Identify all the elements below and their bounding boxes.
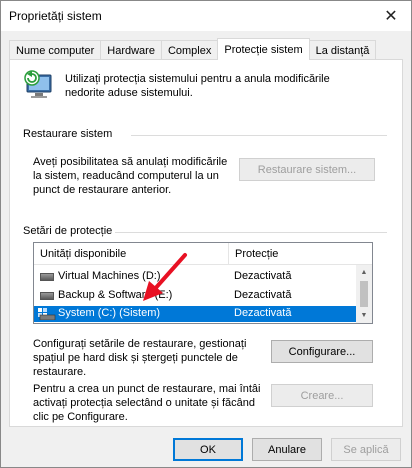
column-header-drives[interactable]: Unități disponibile <box>34 243 228 265</box>
configure-description: Configurați setările de restaurare, gest… <box>33 338 247 378</box>
tab-label: Complex <box>167 44 212 57</box>
system-properties-window: Proprietăți sistem ✕ Nume computer Hardw… <box>0 0 412 468</box>
tab-system-protection[interactable]: Protecție sistem <box>217 38 310 60</box>
list-item[interactable]: Virtual Machines (D:) Dezactivată <box>34 269 356 285</box>
tab-label: Nume computer <box>16 44 95 57</box>
tab-label: La distanță <box>315 44 370 57</box>
annotation-arrow-icon <box>143 253 187 301</box>
cancel-button[interactable]: Anulare <box>252 438 322 461</box>
drive-name: System (C:) (Sistem) <box>58 307 161 319</box>
protection-group-label: Setări de protecție <box>23 225 113 237</box>
scroll-up-icon[interactable]: ▲ <box>356 265 372 280</box>
tab-label: Hardware <box>107 44 155 57</box>
restore-group-label: Restaurare sistem <box>23 128 113 140</box>
column-header-protection[interactable]: Protecție <box>228 243 372 265</box>
title-bar[interactable]: Proprietăți sistem ✕ <box>1 1 411 31</box>
restore-description: Aveți posibilitatea să anulați modificăr… <box>33 156 228 196</box>
restore-system-button[interactable]: Restaurare sistem... <box>239 158 375 181</box>
scroll-thumb[interactable] <box>360 281 368 307</box>
list-item[interactable]: Backup & Software (E:) Dezactivată <box>34 288 356 304</box>
tab-strip: Nume computer Hardware Complex Protecție… <box>9 38 377 60</box>
apply-button[interactable]: Se aplică <box>331 438 401 461</box>
vertical-scrollbar[interactable]: ▲ ▼ <box>356 265 372 323</box>
close-icon: ✕ <box>384 8 398 25</box>
group-divider <box>115 232 387 233</box>
info-text: Utilizați protecția sistemului pentru a … <box>65 73 330 99</box>
close-button[interactable]: ✕ <box>377 5 405 27</box>
create-button[interactable]: Creare... <box>271 384 373 407</box>
tab-remote[interactable]: La distanță <box>308 40 377 60</box>
window-title: Proprietăți sistem <box>9 9 102 23</box>
tab-label: Protecție sistem <box>224 43 303 56</box>
tab-hardware[interactable]: Hardware <box>100 40 162 60</box>
scroll-down-icon[interactable]: ▼ <box>356 308 372 323</box>
tab-advanced[interactable]: Complex <box>160 40 219 60</box>
drive-protection: Dezactivată <box>234 289 292 301</box>
list-item-selected[interactable]: System (C:) (Sistem) Dezactivată <box>34 306 356 322</box>
ok-button[interactable]: OK <box>173 438 243 461</box>
create-description: Pentru a crea un punct de restaurare, ma… <box>33 383 261 423</box>
drive-protection: Dezactivată <box>234 270 292 282</box>
configure-button[interactable]: Configurare... <box>271 340 373 363</box>
group-divider <box>131 135 387 136</box>
system-drive-icon <box>38 308 56 320</box>
hard-drive-icon <box>40 292 54 300</box>
drives-list[interactable]: Unități disponibile Protecție Virtual Ma… <box>33 242 373 324</box>
system-protection-icon <box>24 70 52 98</box>
list-header: Unități disponibile Protecție <box>34 243 372 265</box>
tab-computer-name[interactable]: Nume computer <box>9 40 102 60</box>
hard-drive-icon <box>40 273 54 281</box>
drive-protection: Dezactivată <box>234 307 292 319</box>
